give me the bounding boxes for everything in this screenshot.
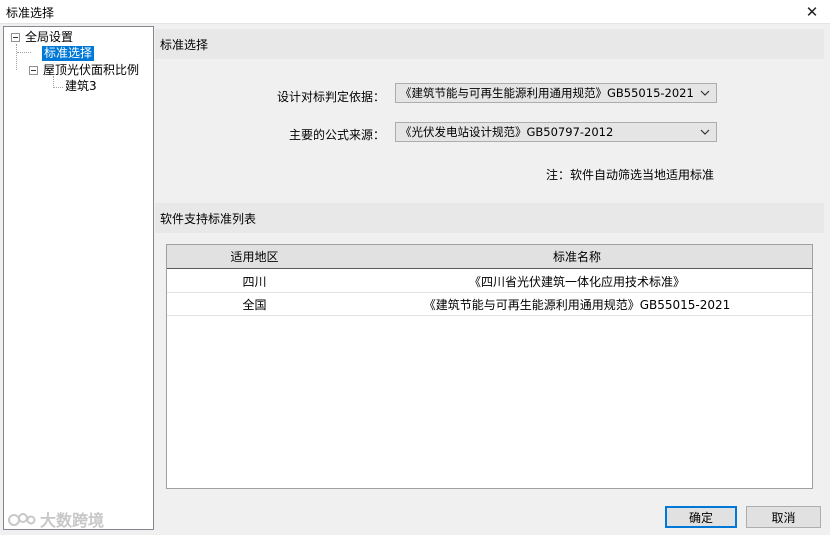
standards-table[interactable]: 适用地区 标准名称 四川 《四川省光伏建筑一体化应用技术标准》 全国 《建筑节能… [166,244,813,489]
note-text: 注：软件自动筛选当地适用标准 [545,168,714,182]
cell-region: 四川 [242,274,267,289]
tree-node-building-3[interactable]: 建筑3 [63,78,99,94]
formula-dropdown-value: 《光伏发电站设计规范》GB50797-2012 [400,125,614,139]
tree-node-global-settings[interactable]: 全局设置 [11,29,75,45]
section-title: 软件支持标准列表 [160,211,257,226]
table-header: 适用地区 标准名称 [167,245,812,269]
tree-connector [17,52,31,53]
tree-connector [16,44,17,70]
section-header-list: 软件支持标准列表 [155,203,824,233]
column-header-standard[interactable]: 标准名称 [342,245,812,268]
cell-standard: 《四川省光伏建筑一体化应用技术标准》 [468,274,685,289]
column-header-region[interactable]: 适用地区 [167,245,342,268]
section-title: 标准选择 [160,37,209,52]
watermark: 大数跨境 [8,507,104,531]
basis-dropdown-value: 《建筑节能与可再生能源利用通用规范》GB55015-2021 [400,86,694,100]
cell-region: 全国 [242,297,267,312]
tree-item-label: 屋顶光伏面积比例 [43,62,140,77]
tree-item-label: 全局设置 [25,29,74,44]
table-row[interactable]: 全国 《建筑节能与可再生能源利用通用规范》GB55015-2021 [167,293,812,316]
close-icon[interactable]: ✕ [794,0,830,24]
cancel-button[interactable]: 取消 [746,506,821,528]
cell-standard: 《建筑节能与可再生能源利用通用规范》GB55015-2021 [423,297,731,312]
watermark-logo-icon [8,513,36,526]
watermark-text: 大数跨境 [40,511,105,530]
collapse-icon[interactable] [29,65,38,75]
content-panel: 标准选择 设计对标判定依据： 《建筑节能与可再生能源利用通用规范》GB55015… [155,26,828,530]
title-bar: 标准选择 ✕ [0,0,830,24]
tree-node-roof-pv-ratio[interactable]: 屋顶光伏面积比例 [29,62,141,78]
settings-tree[interactable]: 全局设置 标准选择 屋顶光伏面积比例 建筑3 [3,26,154,530]
chevron-down-icon[interactable] [698,85,712,101]
tree-item-label: 建筑3 [65,78,97,93]
section-header-standard: 标准选择 [155,29,824,59]
tree-item-label: 标准选择 [42,45,95,61]
table-row[interactable]: 四川 《四川省光伏建筑一体化应用技术标准》 [167,270,812,293]
formula-dropdown[interactable]: 《光伏发电站设计规范》GB50797-2012 [395,122,717,142]
basis-label: 设计对标判定依据： [276,90,385,104]
chevron-down-icon[interactable] [698,124,712,140]
tree-node-standard-selection[interactable]: 标准选择 [42,45,95,61]
basis-dropdown[interactable]: 《建筑节能与可再生能源利用通用规范》GB55015-2021 [395,83,717,103]
collapse-icon[interactable] [11,32,20,42]
tree-connector [54,87,63,88]
window-title: 标准选择 [6,6,55,20]
ok-button[interactable]: 确定 [665,506,737,528]
formula-label: 主要的公式来源： [288,128,385,142]
